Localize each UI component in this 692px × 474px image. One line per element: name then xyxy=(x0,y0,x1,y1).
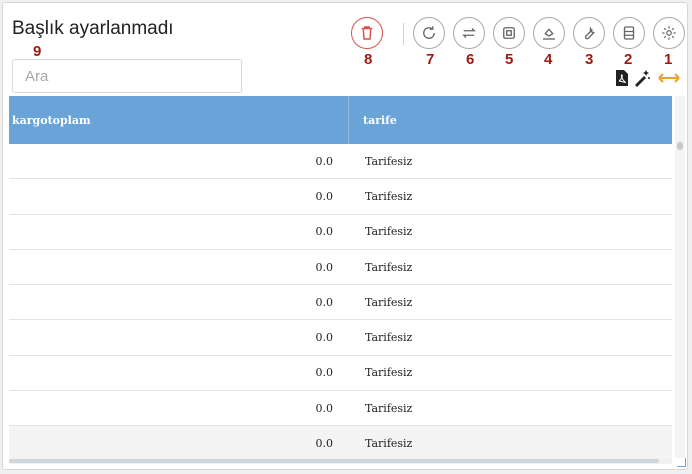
table-row[interactable]: 0.0 Tarifesiz xyxy=(9,356,672,392)
export-icon xyxy=(503,27,515,39)
delete-button[interactable] xyxy=(351,17,383,49)
marker-9: 9 xyxy=(33,43,42,60)
marker-3: 3 xyxy=(585,51,594,68)
cell-kargotoplam: 0.0 xyxy=(315,437,334,451)
marker-8: 8 xyxy=(364,51,373,68)
swap-arrows-icon xyxy=(462,28,476,38)
cell-kargotoplam: 0.0 xyxy=(315,154,334,168)
refresh-icon xyxy=(423,26,435,39)
table-body: 0.0 Tarifesiz 0.0 Tarifesiz 0.0 Tarifesiz 0.0 T… xyxy=(9,144,672,462)
table-header: kargotoplam tarife xyxy=(9,96,672,144)
refresh-button[interactable] xyxy=(413,17,445,49)
marker-4: 4 xyxy=(544,51,553,68)
cell-tarife: Tarifesiz xyxy=(365,401,413,415)
fill-color-icon xyxy=(543,28,555,40)
toolbar-separator xyxy=(403,23,404,45)
cell-kargotoplam: 0.0 xyxy=(315,260,334,274)
cell-tarife: Tarifesiz xyxy=(365,260,413,274)
column-header-tarife[interactable]: tarife xyxy=(349,96,672,144)
cell-tarife: Tarifesiz xyxy=(365,154,413,168)
gear-button[interactable] xyxy=(653,17,685,49)
marker-1: 1 xyxy=(664,51,673,68)
cell-tarife: Tarifesiz xyxy=(365,366,413,380)
vertical-scrollbar[interactable] xyxy=(675,96,685,458)
cell-tarife: Tarifesiz xyxy=(365,331,413,345)
table-row[interactable]: 0.0 Tarifesiz xyxy=(9,215,672,250)
columns-icon xyxy=(623,26,635,40)
export-button[interactable] xyxy=(493,17,525,49)
wrench-icon xyxy=(584,26,595,40)
gear-icon xyxy=(662,26,676,40)
cell-tarife: Tarifesiz xyxy=(365,189,413,203)
table-row[interactable]: 0.0 Tarifesiz xyxy=(9,144,672,180)
table-row[interactable]: 0.0 Tarifesiz xyxy=(9,320,672,356)
horizontal-scroll-thumb[interactable] xyxy=(9,459,659,463)
cell-tarife: Tarifesiz xyxy=(365,295,413,309)
vertical-scroll-thumb[interactable] xyxy=(677,142,683,150)
swap-button[interactable] xyxy=(453,17,485,49)
table-row[interactable]: 0.0 Tarifesiz xyxy=(9,285,672,321)
cell-kargotoplam: 0.0 xyxy=(315,225,334,239)
marker-6: 6 xyxy=(466,51,475,68)
cell-tarife: Tarifesiz xyxy=(365,437,413,451)
marker-2: 2 xyxy=(624,51,633,68)
table-row[interactable]: 0.0 Tarifesiz xyxy=(9,391,672,427)
search-input[interactable] xyxy=(12,59,242,93)
cell-kargotoplam: 0.0 xyxy=(315,366,334,380)
resize-horizontal-icon[interactable] xyxy=(657,69,681,87)
trash-icon xyxy=(361,26,373,40)
settings-wrench-button[interactable] xyxy=(573,17,605,49)
marker-7: 7 xyxy=(426,51,435,68)
column-header-kargotoplam[interactable]: kargotoplam xyxy=(9,96,349,144)
marker-5: 5 xyxy=(505,51,514,68)
data-table: kargotoplam tarife 0.0 Tarifesiz 0.0 Tarife… xyxy=(9,96,672,462)
horizontal-scrollbar[interactable] xyxy=(9,458,672,464)
cell-tarife: Tarifesiz xyxy=(365,225,413,239)
table-row[interactable]: 0.0 Tarifesiz xyxy=(9,250,672,286)
cell-kargotoplam: 0.0 xyxy=(315,331,334,345)
resize-corner[interactable] xyxy=(677,458,686,467)
cell-kargotoplam: 0.0 xyxy=(315,189,334,203)
fill-color-button[interactable] xyxy=(533,17,565,49)
pdf-icon[interactable] xyxy=(613,69,631,87)
magic-wand-icon[interactable] xyxy=(633,69,651,87)
table-row[interactable]: 0.0 Tarifesiz xyxy=(9,426,672,462)
cell-kargotoplam: 0.0 xyxy=(315,401,334,415)
cell-kargotoplam: 0.0 xyxy=(315,295,334,309)
page-title: Başlık ayarlanmadı xyxy=(12,18,174,39)
columns-button[interactable] xyxy=(613,17,645,49)
table-row[interactable]: 0.0 Tarifesiz xyxy=(9,179,672,215)
